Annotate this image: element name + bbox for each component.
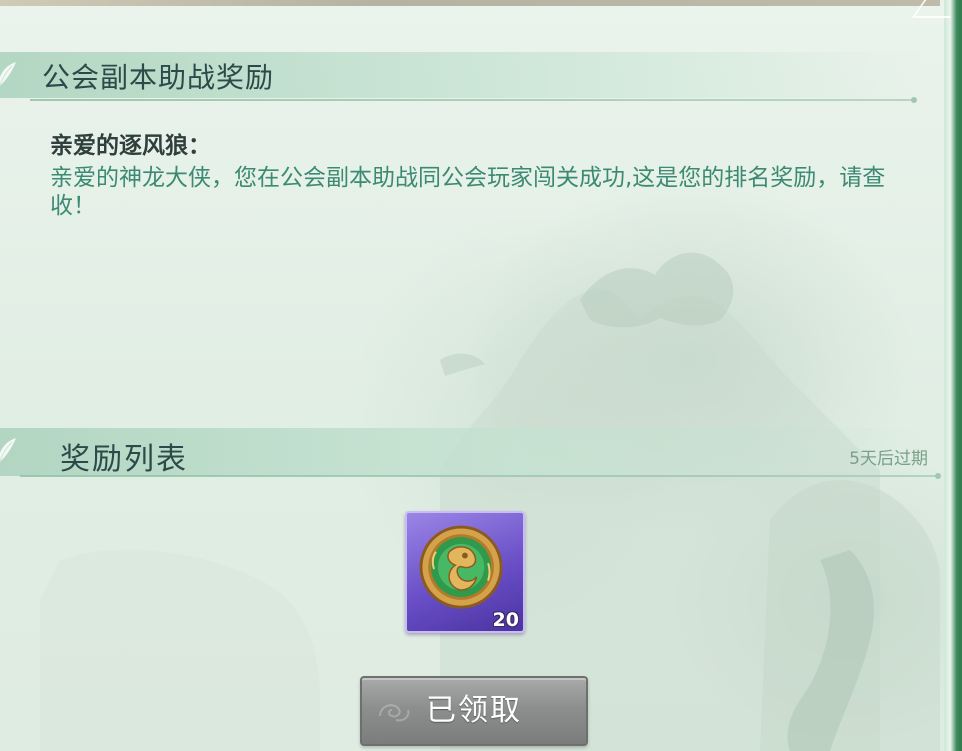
reward-item-slot[interactable]: 20: [405, 511, 525, 633]
claimed-button-label: 已领取: [426, 693, 522, 728]
reward-item-count: 20: [492, 609, 519, 631]
line-end-dot: [911, 97, 917, 103]
mail-title-underline: [30, 97, 917, 103]
ink-mountain-background: [40, 252, 940, 751]
reward-expire-label: 5天后过期: [849, 449, 928, 469]
mail-greeting: 亲爱的逐风狼：: [50, 133, 211, 159]
line-end-dot: [935, 473, 941, 479]
claimed-button[interactable]: 已领取: [360, 676, 588, 746]
reward-list-title: 奖励列表: [60, 442, 188, 477]
mail-title: 公会副本助战奖励: [42, 61, 275, 94]
leaf-ornament-icon: [0, 62, 16, 87]
mail-detail-panel: 公会副本助战奖励 亲爱的逐风狼： 亲爱的神龙大侠，您在公会副本助战同公会玩家闯关…: [0, 0, 962, 751]
leaf-ornament-icon: [0, 438, 16, 463]
right-frame-border: [944, 0, 962, 751]
mail-body: 亲爱的神龙大侠，您在公会副本助战同公会玩家闯关成功,这是您的排名奖励，请查收！: [50, 165, 886, 219]
cloud-swirl-icon: [379, 704, 410, 722]
